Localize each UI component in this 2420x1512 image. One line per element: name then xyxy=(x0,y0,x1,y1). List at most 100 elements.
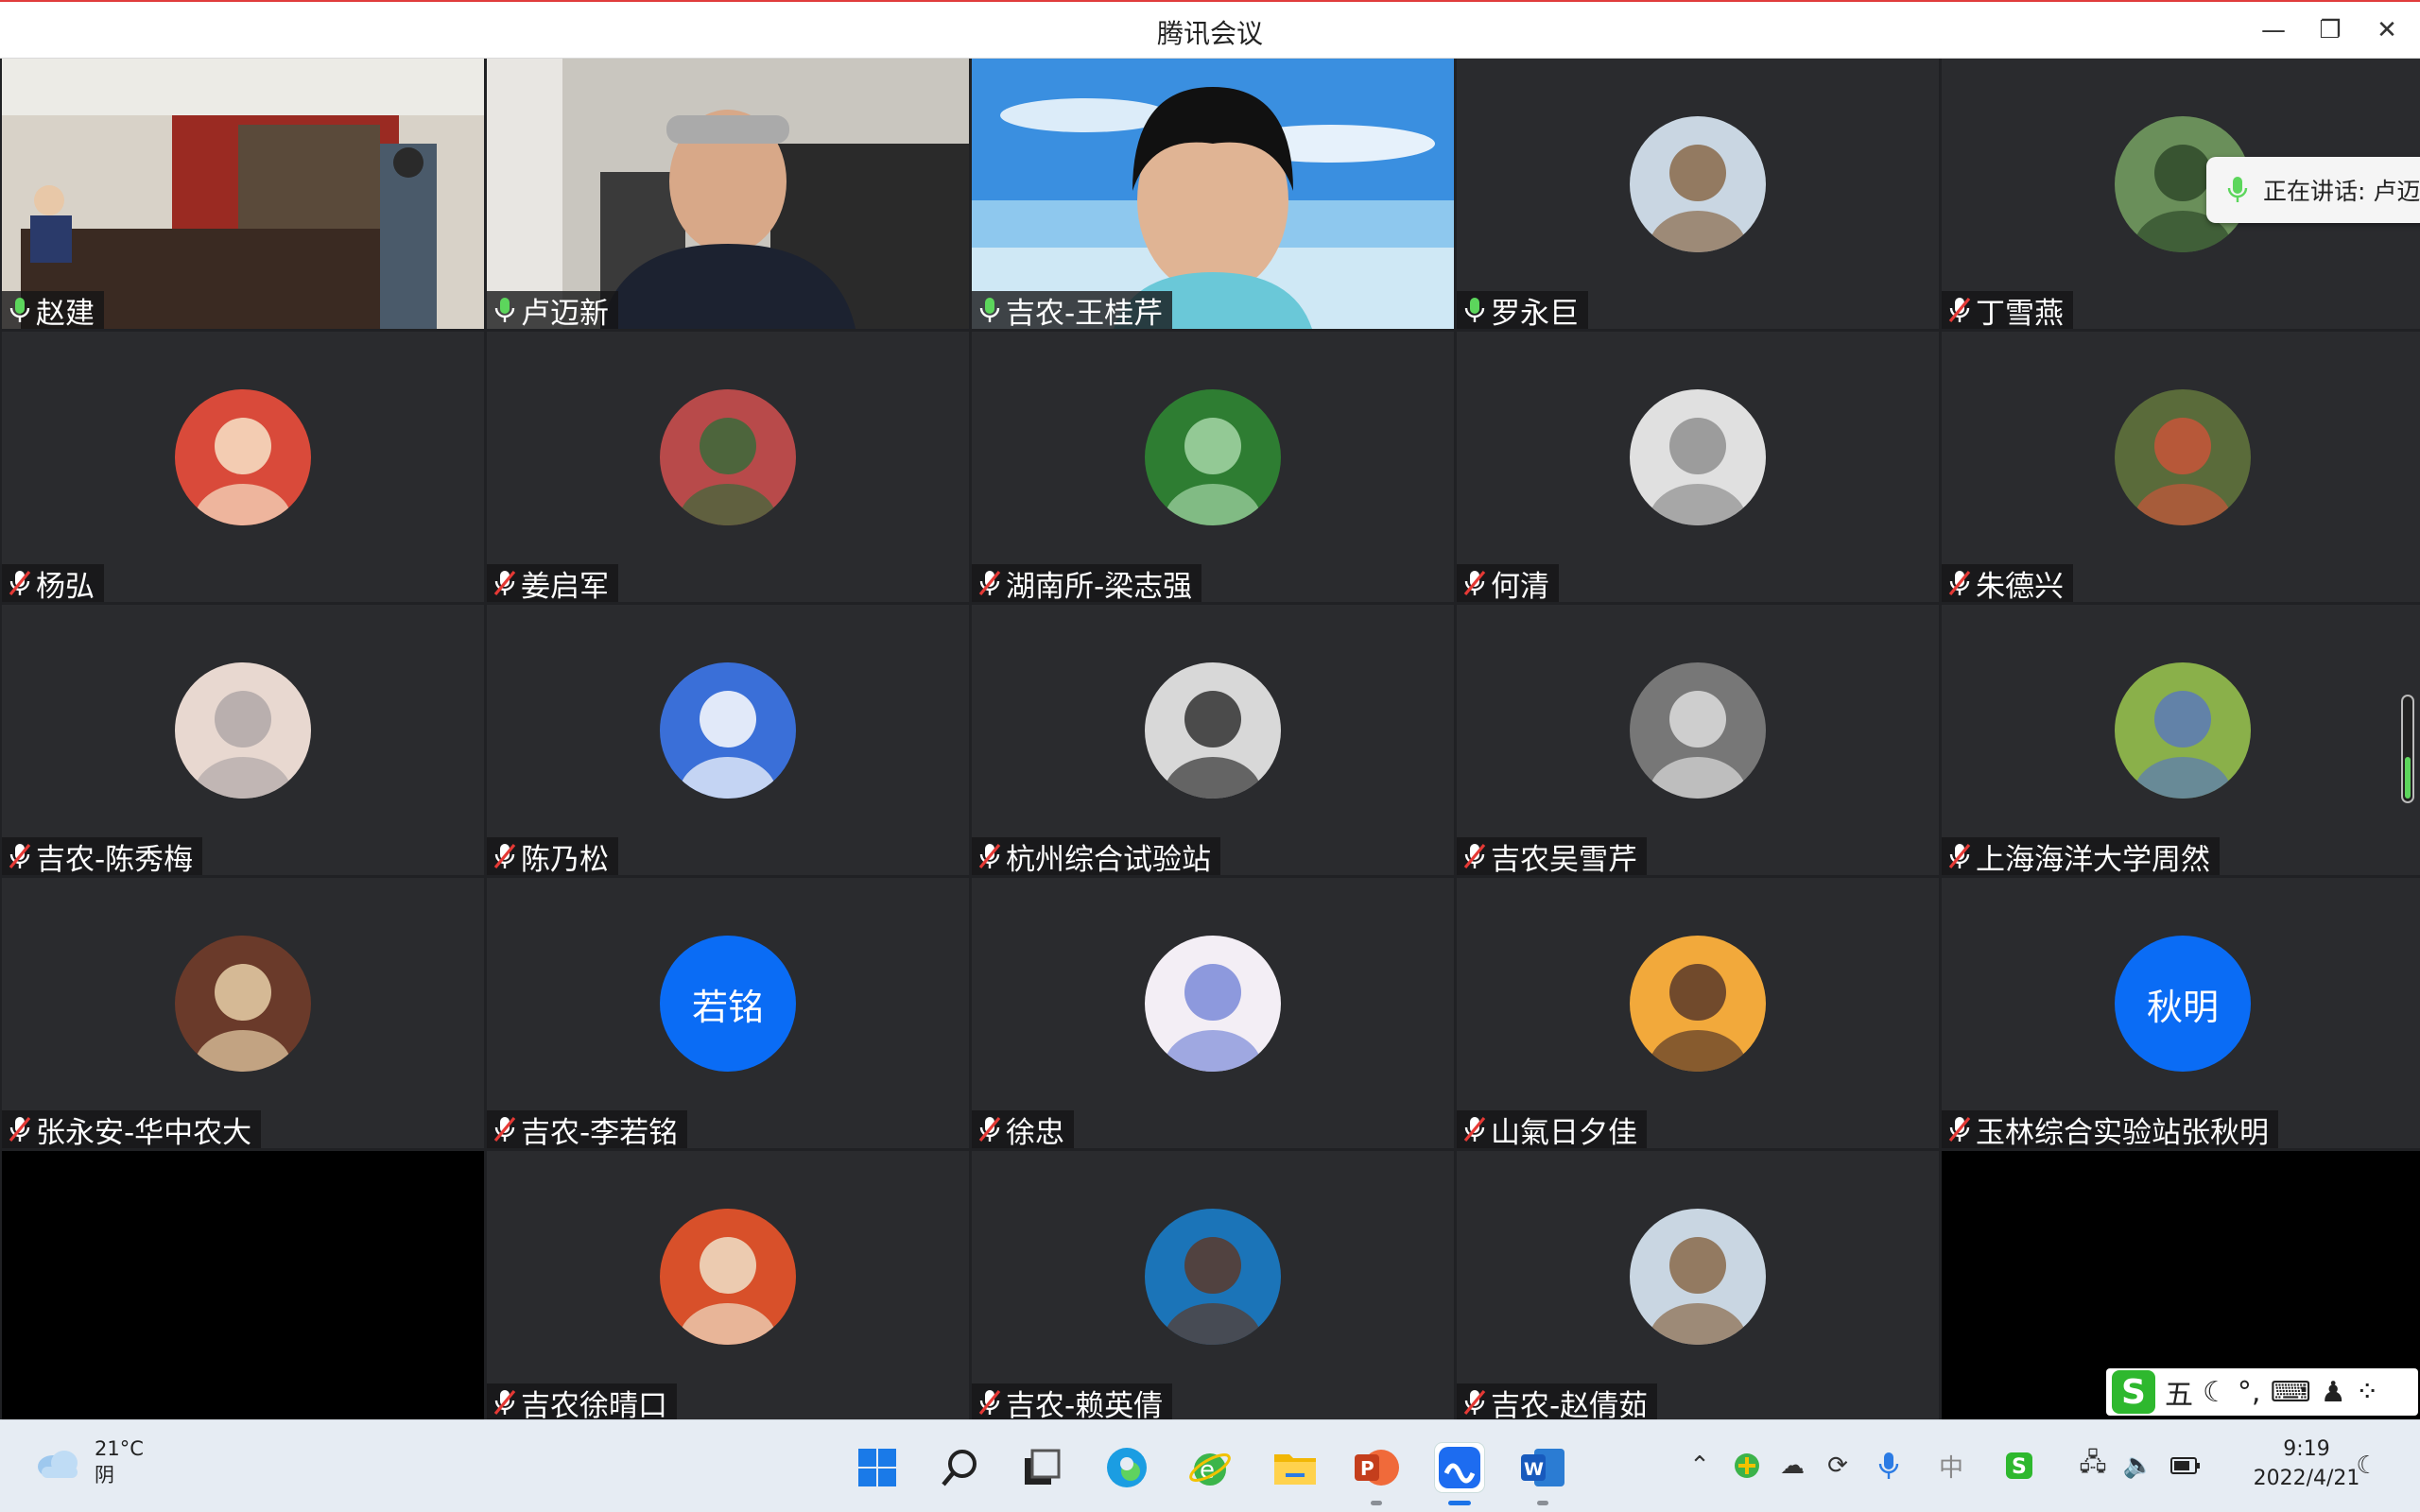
participant-tile[interactable]: 吉农吴雪芹 xyxy=(1457,605,1939,875)
start-button[interactable] xyxy=(853,1443,902,1492)
participant-tile[interactable]: 卢迈新 xyxy=(487,59,969,329)
participant-name-bar: 山氣日夕佳 xyxy=(1457,1110,1647,1148)
participant-tile[interactable]: 徐忠 xyxy=(972,878,1454,1148)
svg-text:W: W xyxy=(1524,1459,1544,1480)
participant-tile[interactable]: 张永安-华中农大 xyxy=(2,878,484,1148)
participant-tile[interactable]: 罗永巨 xyxy=(1457,59,1939,329)
participant-name: 湖南所-梁志强 xyxy=(1006,569,1193,603)
moon-icon[interactable]: ☾ xyxy=(2203,1376,2228,1409)
minimize-button[interactable]: — xyxy=(2245,8,2302,53)
participant-tile[interactable]: 杨弘 xyxy=(2,332,484,602)
participant-name: 杨弘 xyxy=(36,569,95,603)
sogou-logo-icon[interactable]: S xyxy=(2112,1370,2155,1414)
participant-tile[interactable]: 湖南所-梁志强 xyxy=(972,332,1454,602)
participant-tile[interactable]: 何清 xyxy=(1457,332,1939,602)
participant-name: 徐忠 xyxy=(1006,1115,1064,1149)
weather-widget[interactable]: 21°C 阴 xyxy=(34,1437,144,1488)
avatar xyxy=(1630,389,1766,525)
chevron-up-icon[interactable]: ⌃ xyxy=(1683,1449,1717,1483)
notification-moon-icon[interactable]: ☾ xyxy=(2350,1449,2384,1483)
participant-tile[interactable]: 吉农-王桂芹 xyxy=(972,59,1454,329)
avatar xyxy=(2115,389,2251,525)
search-button[interactable] xyxy=(936,1443,985,1492)
participant-name: 赵建 xyxy=(36,296,95,330)
participant-tile[interactable]: 山氣日夕佳 xyxy=(1457,878,1939,1148)
participant-tile[interactable]: 若铭 吉农-李若铭 xyxy=(487,878,969,1148)
participant-name-bar: 吉农吴雪芹 xyxy=(1457,837,1647,875)
cloud-icon xyxy=(38,1451,78,1478)
participant-tile[interactable]: 陈乃松 xyxy=(487,605,969,875)
participant-name: 山氣日夕佳 xyxy=(1491,1115,1637,1149)
edge-browser-button[interactable] xyxy=(1102,1443,1151,1492)
user-icon[interactable]: ♟ xyxy=(2321,1376,2346,1409)
speaking-text: 正在讲话: 卢迈 xyxy=(2263,178,2420,205)
participant-tile[interactable]: 秋明 玉林综合实验站张秋明 xyxy=(1942,878,2420,1148)
avatar xyxy=(1145,936,1281,1072)
sogou-tray-icon[interactable]: S xyxy=(2002,1449,2036,1483)
participant-name-bar: 吉农-赖英倩 xyxy=(972,1383,1173,1421)
ie-browser-button[interactable]: e xyxy=(1185,1443,1235,1492)
participant-name: 罗永巨 xyxy=(1491,296,1579,330)
avatar-initials: 秋明 xyxy=(2115,936,2251,1072)
participant-tile[interactable]: 吉农-陈秀梅 xyxy=(2,605,484,875)
participant-name: 朱德兴 xyxy=(1976,569,2064,603)
participant-tile[interactable]: 赵建 xyxy=(2,59,484,329)
participant-name-bar: 吉农-陈秀梅 xyxy=(2,837,203,876)
participant-name: 杭州综合试验站 xyxy=(1006,842,1211,876)
ime-toolbar[interactable]: S 五 ☾ °, ⌨ ♟ ⁘ xyxy=(2106,1368,2418,1416)
participant-tile[interactable]: 吉农徐晴口 xyxy=(487,1151,969,1421)
tray-microphone-icon[interactable] xyxy=(1872,1449,1906,1483)
sync-icon[interactable]: ⟳ xyxy=(1821,1449,1855,1483)
ime-mode[interactable]: 五 xyxy=(2165,1371,2193,1413)
participant-tile[interactable]: 姜启军 xyxy=(487,332,969,602)
participant-name-bar: 罗永巨 xyxy=(1457,291,1588,329)
network-icon[interactable]: 🖧 xyxy=(2076,1449,2110,1483)
mic-muted-icon xyxy=(493,1388,517,1417)
participant-tile[interactable]: 吉农-赵倩茹 xyxy=(1457,1151,1939,1421)
weather-condition: 阴 xyxy=(95,1464,114,1486)
participant-name: 吉农-赵倩茹 xyxy=(1491,1388,1649,1422)
grid-menu-icon[interactable]: ⁘ xyxy=(2356,1376,2379,1409)
onedrive-icon[interactable]: ☁ xyxy=(1775,1449,1809,1483)
word-button[interactable]: W xyxy=(1518,1443,1567,1505)
ime-punctuation[interactable]: °, xyxy=(2238,1376,2261,1409)
battery-icon[interactable] xyxy=(2169,1449,2203,1483)
participant-name: 吉农徐晴口 xyxy=(521,1388,667,1422)
participant-name-bar: 湖南所-梁志强 xyxy=(972,564,1202,603)
keyboard-icon[interactable]: ⌨ xyxy=(2270,1376,2310,1409)
speaking-indicator[interactable]: 正在讲话: 卢迈 xyxy=(2206,157,2420,223)
mic-muted-icon xyxy=(977,1115,1002,1143)
participant-tile[interactable]: 杭州综合试验站 xyxy=(972,605,1454,875)
powerpoint-button[interactable]: P xyxy=(1352,1443,1401,1505)
mic-muted-icon xyxy=(8,1115,32,1143)
participant-name: 吉农-陈秀梅 xyxy=(36,842,194,876)
audio-level-meter xyxy=(2401,695,2414,803)
chinese-input-icon[interactable]: 中 xyxy=(1934,1449,1968,1483)
ie-icon: e xyxy=(1189,1453,1231,1486)
participant-name: 丁雪燕 xyxy=(1976,296,2064,330)
avatar xyxy=(2115,662,2251,799)
close-button[interactable]: ✕ xyxy=(2359,8,2415,53)
mic-muted-icon xyxy=(493,1115,517,1143)
avatar xyxy=(1630,662,1766,799)
taskbar: 21°C 阴 e P W ⌃ ☁ ⟳ 中 S 🖧 🔈 9:19 2022/4/2… xyxy=(0,1419,2420,1512)
volume-icon[interactable]: 🔈 xyxy=(2121,1449,2155,1483)
avatar xyxy=(1630,1209,1766,1345)
security-icon[interactable] xyxy=(1730,1449,1764,1483)
participant-tile[interactable]: 上海海洋大学周然 xyxy=(1942,605,2420,875)
task-view-button[interactable] xyxy=(1017,1443,1066,1492)
tencent-meeting-icon xyxy=(1439,1447,1480,1488)
maximize-button[interactable]: ❐ xyxy=(2302,8,2359,53)
file-explorer-button[interactable] xyxy=(1270,1443,1320,1492)
mic-muted-icon xyxy=(493,569,517,597)
avatar xyxy=(175,936,311,1072)
microphone-icon xyxy=(2227,177,2248,202)
participant-name-bar: 何清 xyxy=(1457,564,1559,602)
participant-tile[interactable]: 朱德兴 xyxy=(1942,332,2420,602)
participant-name-bar: 张永安-华中农大 xyxy=(2,1110,262,1148)
avatar xyxy=(1145,389,1281,525)
participant-name-bar: 杨弘 xyxy=(2,564,104,602)
mic-muted-icon xyxy=(1947,1115,1972,1143)
tencent-meeting-button[interactable] xyxy=(1435,1443,1484,1505)
participant-tile[interactable]: 吉农-赖英倩 xyxy=(972,1151,1454,1421)
